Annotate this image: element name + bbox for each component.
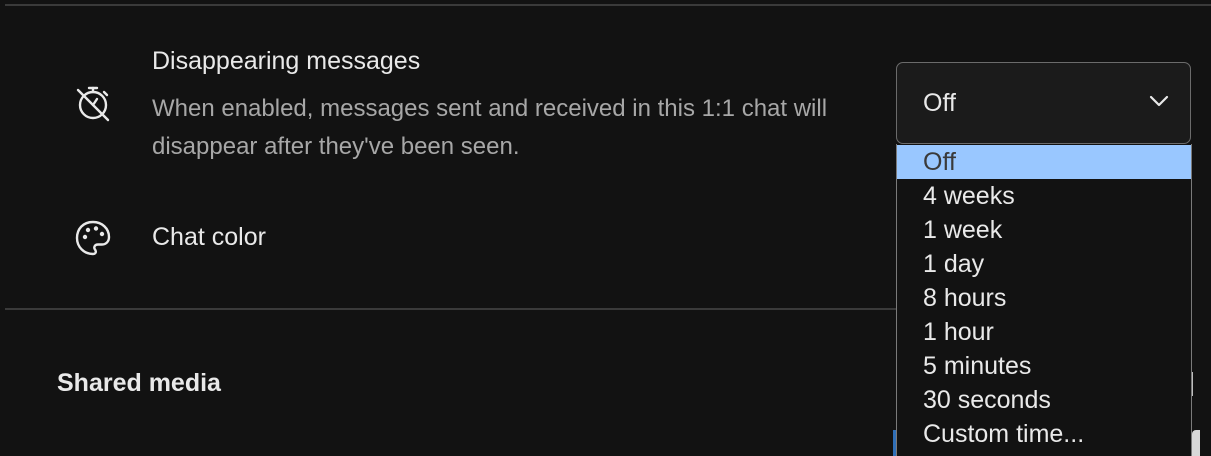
disappearing-messages-title: Disappearing messages xyxy=(152,47,421,75)
option-1-hour[interactable]: 1 hour xyxy=(897,315,1191,349)
disappearing-messages-select[interactable]: Off xyxy=(896,62,1191,144)
chat-color-label[interactable]: Chat color xyxy=(152,223,266,252)
select-value: Off xyxy=(923,89,956,117)
media-thumbnail[interactable] xyxy=(1192,430,1200,456)
shared-media-heading: Shared media xyxy=(57,369,221,397)
option-8-hours[interactable]: 8 hours xyxy=(897,281,1191,315)
disappearing-options-list: Off 4 weeks 1 week 1 day 8 hours 1 hour … xyxy=(896,144,1192,456)
option-custom-time[interactable]: Custom time... xyxy=(897,417,1191,451)
palette-icon xyxy=(73,218,113,258)
chevron-down-icon xyxy=(1149,95,1169,107)
timer-off-icon xyxy=(73,83,113,123)
option-1-day[interactable]: 1 day xyxy=(897,247,1191,281)
option-off[interactable]: Off xyxy=(897,145,1191,179)
disappearing-messages-description: When enabled, messages sent and received… xyxy=(152,95,828,160)
option-4-weeks[interactable]: 4 weeks xyxy=(897,179,1191,213)
option-1-week[interactable]: 1 week xyxy=(897,213,1191,247)
top-divider xyxy=(5,4,1211,6)
option-30-seconds[interactable]: 30 seconds xyxy=(897,383,1191,417)
option-5-minutes[interactable]: 5 minutes xyxy=(897,349,1191,383)
